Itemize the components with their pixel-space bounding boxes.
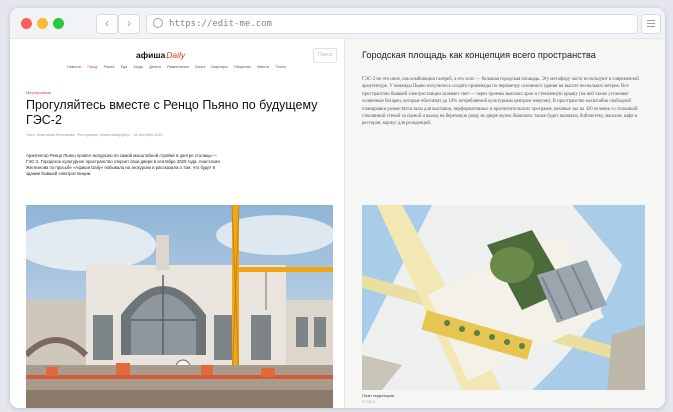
article-photo: [26, 205, 333, 408]
construction-photo: [26, 205, 333, 408]
nav-item[interactable]: Новости: [67, 65, 81, 69]
article-lead: Архитектор Ренцо Пьяно провел экскурсию …: [26, 153, 220, 176]
nav-item[interactable]: Квартиры: [211, 65, 227, 69]
site-plan-map: [362, 205, 645, 390]
title-bar: ‹ › https://edit-me.com: [10, 8, 665, 39]
search-box[interactable]: Поиск: [313, 48, 337, 63]
logo-main: афиша: [136, 50, 166, 60]
nav-item[interactable]: Общество: [234, 65, 251, 69]
article-rubric[interactable]: Мероприятия: [26, 90, 51, 95]
section-title: Городская площадь как концепция всего пр…: [362, 50, 596, 60]
nav-item[interactable]: Тесты: [276, 65, 286, 69]
maximize-window-button[interactable]: [53, 18, 64, 29]
nav-item[interactable]: Квесты: [257, 65, 269, 69]
nav-item[interactable]: Еда: [121, 65, 128, 69]
site-logo[interactable]: афишаDaily: [136, 50, 185, 60]
nav-item[interactable]: Спорт: [195, 65, 205, 69]
nav-item[interactable]: Деньги: [149, 65, 161, 69]
lock-icon: [153, 18, 163, 28]
url-text: https://edit-me.com: [169, 19, 272, 29]
forward-button[interactable]: ›: [118, 14, 140, 34]
chevron-right-icon: ›: [127, 16, 131, 30]
nav-item-active[interactable]: Город: [87, 65, 97, 69]
nav-item[interactable]: Развлечения: [167, 65, 189, 69]
close-window-button[interactable]: [21, 18, 32, 29]
section-body: ГЭС-2 не что иное, как комбинация галере…: [362, 77, 639, 127]
minimize-window-button[interactable]: [37, 18, 48, 29]
menu-button[interactable]: [641, 14, 661, 34]
article-meta: Текст: Анастасия Железнова · Фотографии:…: [26, 133, 163, 137]
chevron-left-icon: ‹: [105, 16, 109, 30]
logo-daily: Daily: [166, 50, 186, 60]
nav-item[interactable]: Places: [104, 65, 115, 69]
search-label: Поиск: [318, 52, 332, 58]
site-plan-image: [362, 205, 645, 390]
side-article: Городская площадь как концепция всего пр…: [344, 39, 665, 408]
map-credit: © ГЭС-2: [362, 400, 376, 404]
browser-window: ‹ › https://edit-me.com афишаDaily Поиск…: [10, 8, 665, 408]
address-bar[interactable]: https://edit-me.com: [146, 14, 638, 34]
site-nav: Новости Город Places Еда Мода Деньги Развлечен…: [10, 65, 343, 75]
nav-item[interactable]: Мода: [134, 65, 143, 69]
article-page: афишаDaily Поиск Новости Город Places Еда Мо…: [10, 39, 343, 408]
map-caption: План территории: [362, 393, 395, 398]
hamburger-icon: [647, 20, 655, 21]
page-content: афишаDaily Поиск Новости Город Places Еда Мо…: [10, 39, 665, 408]
back-button[interactable]: ‹: [96, 14, 118, 34]
article-headline: Прогуляйтесь вместе с Ренцо Пьяно по буд…: [26, 98, 318, 127]
